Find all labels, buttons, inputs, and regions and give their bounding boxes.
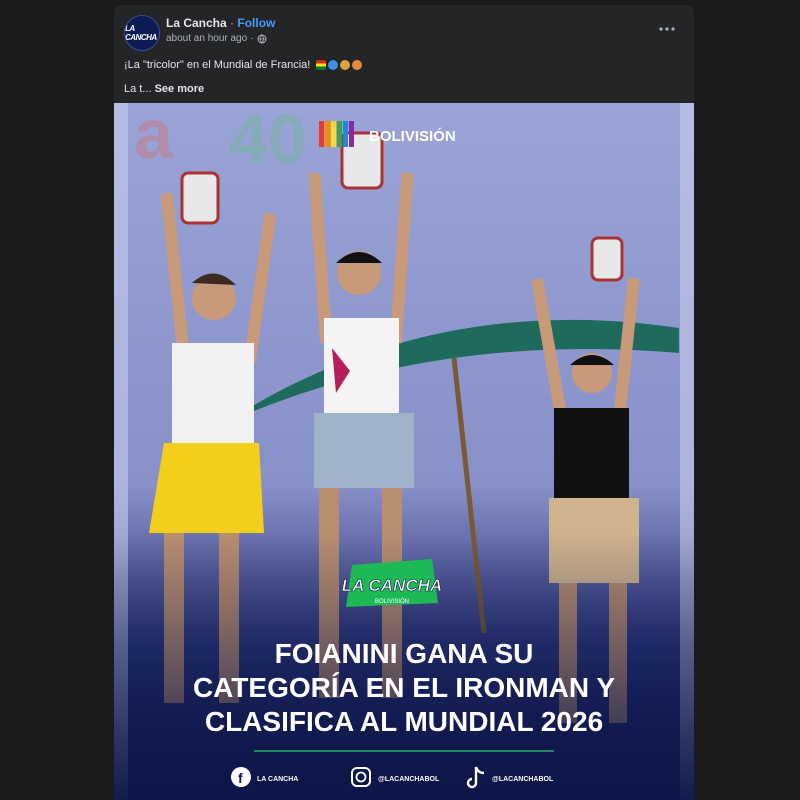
social-tiktok-handle: @LACANCHABOL	[492, 776, 554, 783]
caption-emojis	[316, 60, 363, 71]
post-caption-truncated: La t... See more	[124, 83, 204, 95]
la-cancha-logo: LA CANCHA BOLIVISIÓN	[341, 559, 443, 607]
logo-main-text: LA CANCHA	[342, 576, 442, 595]
post-timestamp[interactable]: about an hour ago	[166, 33, 247, 44]
caption-text: ¡La "tricolor" en el Mundial de Francia!	[124, 59, 311, 71]
broadcaster-name: BOLIVISIÓN	[369, 127, 456, 145]
logo-sub-text: BOLIVISIÓN	[375, 598, 409, 605]
post-image[interactable]: a 40 BOLIVISIÓN LA CANCHA BOLIVISIÓN FOI…	[114, 103, 694, 800]
post-header: LA CANCHA La Cancha · Follow about an ho…	[114, 5, 694, 55]
avatar-text: LA CANCHA	[125, 24, 157, 42]
bolivia-flag-emoji	[316, 60, 327, 71]
page-name-row: La Cancha · Follow	[166, 16, 275, 30]
globe-icon	[257, 34, 267, 43]
social-facebook-handle: LA CANCHA	[257, 776, 298, 783]
headline-line-1: FOIANINI GANA SU	[275, 638, 534, 669]
svg-text:f: f	[238, 770, 243, 786]
cyclist-emoji	[340, 60, 351, 71]
runner-emoji	[352, 60, 363, 71]
headline-line-2: CATEGORÍA EN EL IRONMAN Y	[193, 672, 615, 703]
post-meta: about an hour ago ·	[166, 33, 267, 44]
wave-emoji	[328, 60, 339, 71]
more-options-icon[interactable]	[656, 19, 678, 39]
facebook-post: LA CANCHA La Cancha · Follow about an ho…	[114, 5, 694, 800]
podium-photo: a 40 BOLIVISIÓN LA CANCHA BOLIVISIÓN FOI…	[114, 103, 694, 800]
page-name-link[interactable]: La Cancha	[166, 16, 227, 30]
social-instagram-handle: @LACANCHABOL	[378, 776, 440, 783]
headline-line-3: CLASIFICA AL MUNDIAL 2026	[205, 706, 603, 737]
svg-text:a: a	[134, 103, 174, 173]
svg-text:40: 40	[229, 103, 307, 178]
page-avatar[interactable]: LA CANCHA	[124, 15, 160, 51]
follow-button[interactable]: Follow	[237, 16, 275, 30]
separator: ·	[230, 16, 235, 30]
caption-preview: La t...	[124, 83, 152, 95]
see-more-link[interactable]: See more	[155, 83, 205, 95]
separator: ·	[250, 33, 254, 44]
post-caption: ¡La "tricolor" en el Mundial de Francia!	[124, 59, 363, 71]
